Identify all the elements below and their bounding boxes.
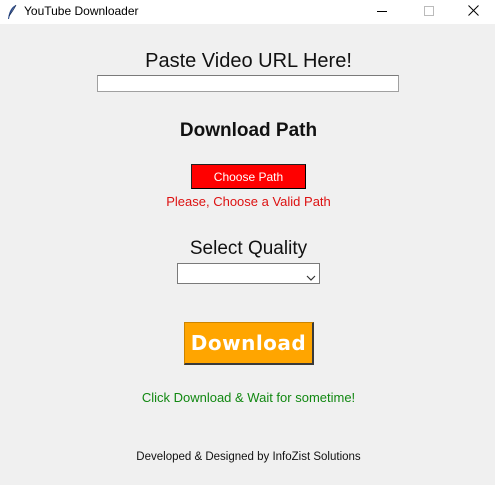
- path-error-message: Please, Choose a Valid Path: [166, 194, 331, 209]
- minimize-icon: [377, 3, 387, 21]
- download-button[interactable]: Download: [184, 322, 314, 365]
- url-label: Paste Video URL Here!: [145, 50, 352, 72]
- quality-label: Select Quality: [189, 238, 308, 259]
- choose-path-button[interactable]: Choose Path: [191, 164, 306, 189]
- footer-credit: Developed & Designed by InfoZist Solutio…: [136, 451, 361, 463]
- chevron-down-icon[interactable]: [306, 269, 316, 281]
- title-bar: YouTube Downloader: [0, 0, 495, 24]
- minimize-button[interactable]: [359, 0, 405, 24]
- video-url-input[interactable]: [97, 75, 399, 92]
- window-title: YouTube Downloader: [24, 4, 139, 18]
- close-button[interactable]: [450, 0, 495, 24]
- maximize-button[interactable]: [406, 0, 452, 24]
- feather-icon: [6, 4, 18, 20]
- download-path-heading: Download Path: [179, 120, 318, 141]
- quality-dropdown[interactable]: [177, 263, 320, 284]
- main-content: Paste Video URL Here! Download Path Choo…: [0, 24, 495, 485]
- app-window: YouTube Downloader Paste Video URL Here!…: [0, 0, 495, 485]
- close-icon: [467, 3, 479, 21]
- download-status-message: Click Download & Wait for sometime!: [141, 390, 356, 405]
- maximize-icon: [424, 3, 434, 21]
